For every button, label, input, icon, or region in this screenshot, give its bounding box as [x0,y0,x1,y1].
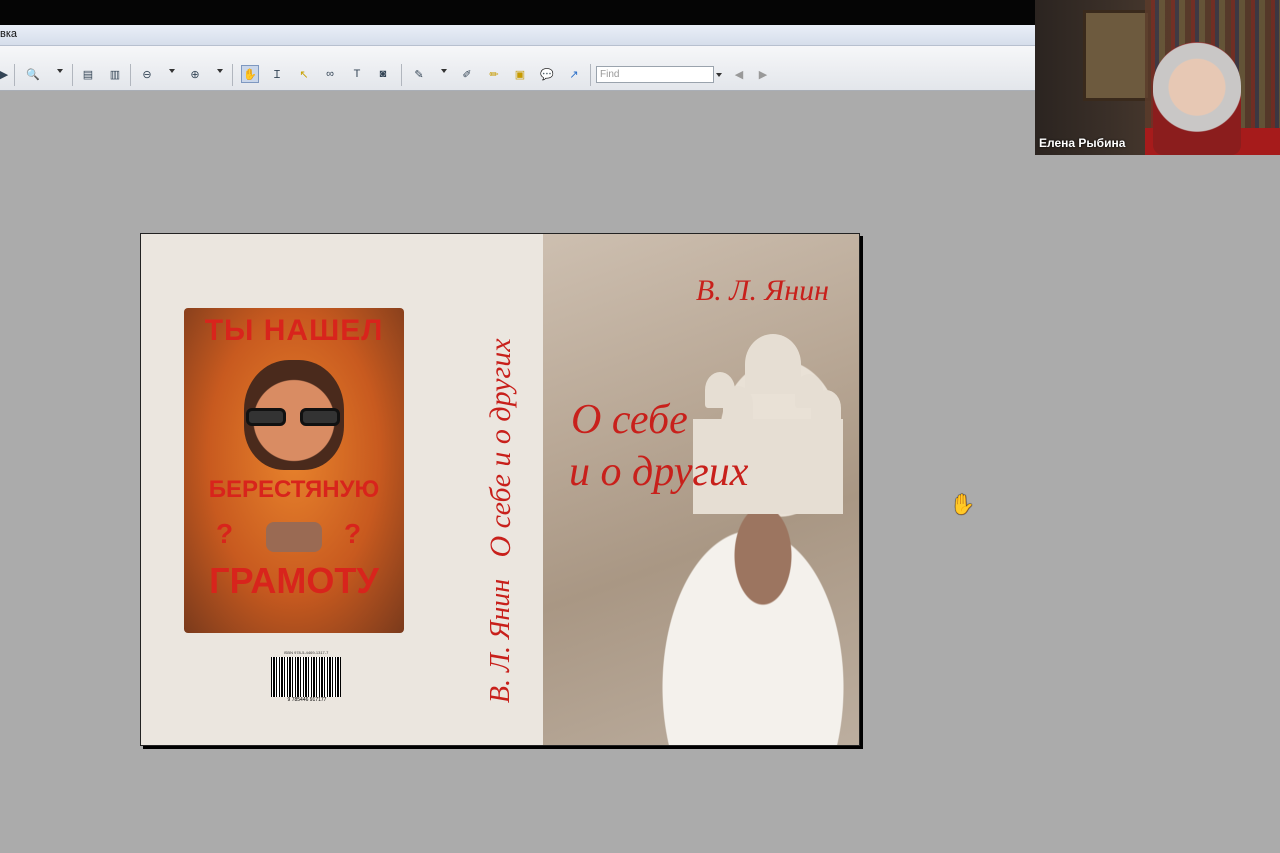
zoom-out-icon[interactable]: ⊖ [138,65,156,83]
poster-illustration: ТЫ НАШЕЛ БЕРЕСТЯНУЮ ? ? ГРАМОТУ [184,308,404,633]
spine-title: О себе и о других [484,338,517,558]
zoom-out-dropdown-icon[interactable] [169,69,175,73]
edit-dropdown-icon[interactable] [441,69,447,73]
edit-document-icon[interactable]: ✎ [410,65,428,83]
spine: О себе и о других В. Л. Янин [471,288,531,708]
spine-author: В. Л. Янин [485,578,516,703]
toolbar-separator [401,64,402,86]
zoom-in-tool-icon[interactable]: 🔍 [24,65,42,83]
hand-cursor-icon: ✋ [950,494,975,516]
toolbar-separator [72,64,73,86]
find-dropdown-icon[interactable] [716,73,722,77]
poster-middle-text: БЕРЕСТЯНУЮ [208,476,380,503]
toolbar: ▶ 🔍 ▤ ▥ ⊖ ⊕ ✋ Ｉ ↖ ∞ T ◙ ✎ ✐ ✏ ▣ 💬 ↗ Find… [0,46,1036,91]
menu-bar: вка [0,25,1036,46]
isbn-text: ISBN 978-5-4469-1317-7 [283,650,329,655]
wall-painting [1083,10,1151,101]
poster-glasses [242,408,346,426]
poster-fist [266,522,322,552]
toolbar-separator [590,64,591,86]
comment-icon[interactable]: 💬 [538,65,556,83]
poster-question-mark: ? [344,518,362,549]
barcode [271,657,341,697]
arrow-tool-icon[interactable]: ↗ [565,65,583,83]
find-placeholder: Find [600,69,620,80]
find-next-icon[interactable]: ▶ [754,65,772,83]
front-title-line-2: и о других [569,449,749,495]
fit-page-icon[interactable]: ▤ [79,65,97,83]
poster-bottom-text: ГРАМОТУ [209,560,379,601]
book-cover-image: ТЫ НАШЕЛ БЕРЕСТЯНУЮ ? ? ГРАМОТУ ISBN 978… [140,233,860,746]
select-text-icon[interactable]: Ｉ [268,65,286,83]
author-photo [653,514,853,745]
select-arrow-icon[interactable]: ↖ [295,65,313,83]
front-title-line-1: О себе [571,397,688,443]
find-input[interactable]: Find [596,66,714,83]
poster-headline: ТЫ НАШЕЛ [204,314,384,347]
zoom-in-icon[interactable]: ⊕ [186,65,204,83]
webcam-video-tile: Елена Рыбина [1035,0,1280,155]
participant-name: Елена Рыбина [1039,136,1126,150]
barcode-digits: 9 785446 917177 [287,697,327,703]
poster-question-mark: ? [216,518,234,549]
note-icon[interactable]: ▣ [511,65,529,83]
binoculars-icon[interactable]: ∞ [321,65,339,83]
highlighter-icon[interactable]: ✏ [485,65,503,83]
hand-tool-icon[interactable]: ✋ [241,65,259,83]
fit-width-icon[interactable]: ▥ [106,65,124,83]
camera-snapshot-icon[interactable]: ◙ [374,65,392,83]
zoom-in-dropdown-icon[interactable] [217,69,223,73]
toolbar-separator [130,64,131,86]
participant-video [1153,42,1241,155]
play-arrow-icon[interactable]: ▶ [0,65,8,83]
find-previous-icon[interactable]: ◀ [730,65,748,83]
menu-item-fragment[interactable]: вка [0,28,17,40]
front-author: В. Л. Янин [695,274,829,307]
front-cover: В. Л. Янин О себе и о других [543,234,859,745]
stamp-icon[interactable]: ✐ [458,65,476,83]
text-box-icon[interactable]: T [348,65,366,83]
toolbar-separator [232,64,233,86]
toolbar-separator [14,64,15,86]
zoom-dropdown-icon[interactable] [57,69,63,73]
